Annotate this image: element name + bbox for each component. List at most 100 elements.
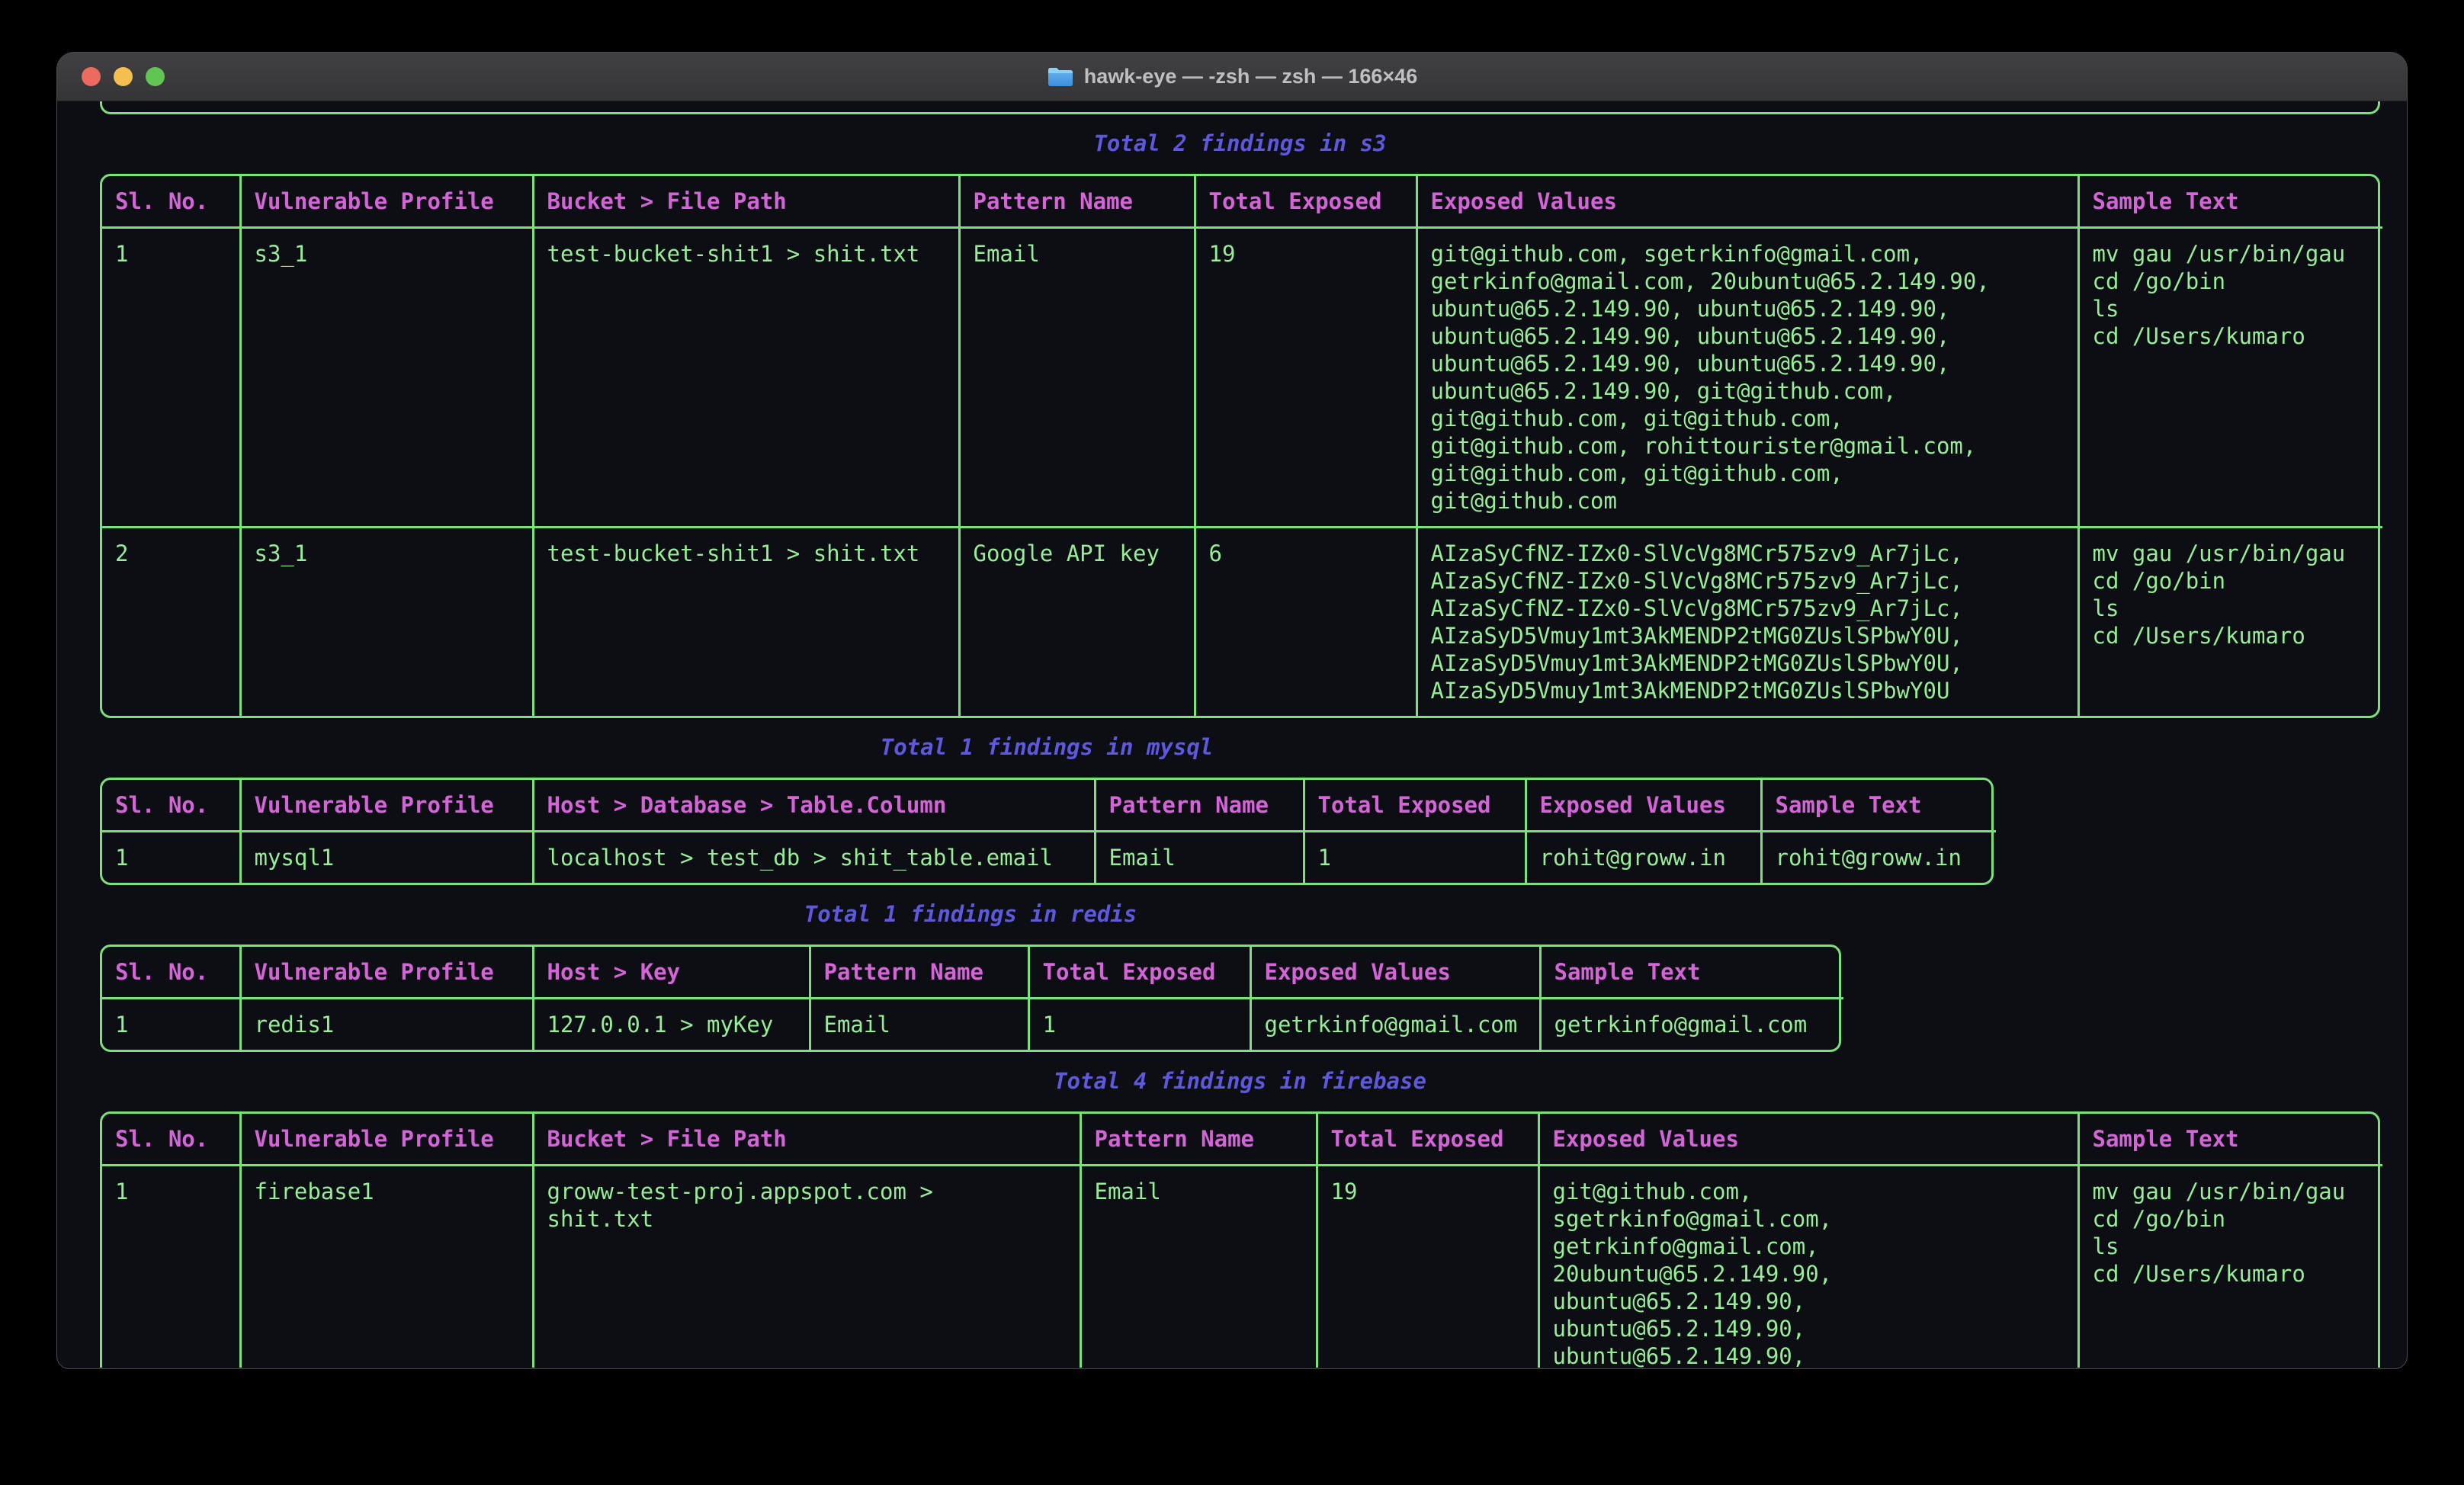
table-cell: 1 [102, 999, 240, 1050]
table-cell: Email [810, 999, 1028, 1050]
cell-line: 2 [115, 540, 226, 567]
column-header: Vulnerable Profile [240, 780, 533, 832]
cell-line: mv gau /usr/bin/gau [2093, 240, 2370, 268]
table-cell: mv gau /usr/bin/gaucd /go/binlscd /Users… [2078, 528, 2382, 717]
minimize-button[interactable] [114, 67, 133, 86]
findings-table: Sl. No.Vulnerable ProfileHost > Database… [102, 780, 1996, 883]
table-cell: 2 [102, 528, 240, 717]
cell-line: ubuntu@65.2.149.90, [1553, 1342, 2065, 1368]
column-header: Total Exposed [1028, 947, 1250, 999]
table-cell: mv gau /usr/bin/gaucd /go/binlscd /Users… [2078, 228, 2382, 528]
cell-line: getrkinfo@gmail.com, [1553, 1233, 2065, 1260]
column-header: Sl. No. [102, 1114, 240, 1166]
table-cell: groww-test-proj.appspot.com >shit.txt [533, 1166, 1080, 1368]
table-cell: test-bucket-shit1 > shit.txt [533, 228, 959, 528]
traffic-lights [82, 53, 165, 101]
cell-line: sgetrkinfo@gmail.com, [1553, 1205, 2065, 1233]
cell-line: shit.txt [547, 1205, 1067, 1233]
column-header: Sl. No. [102, 176, 240, 228]
column-header: Exposed Values [1538, 1114, 2078, 1166]
cell-line: ubuntu@65.2.149.90, ubuntu@65.2.149.90, [1431, 295, 2065, 322]
column-header: Exposed Values [1526, 780, 1761, 832]
cell-line: mv gau /usr/bin/gau [2093, 1178, 2370, 1205]
table-cell: s3_1 [240, 228, 533, 528]
table-cell: mv gau /usr/bin/gaucd /go/binlscd /Users… [2078, 1166, 2382, 1368]
header-row: Sl. No.Vulnerable ProfileHost > Database… [102, 780, 1996, 832]
cell-line: ubuntu@65.2.149.90, [1553, 1288, 2065, 1315]
table-cell: 1 [102, 832, 240, 884]
cell-line: AIzaSyCfNZ-IZx0-SlVcVg8MCr575zv9_Ar7jLc, [1431, 595, 2065, 622]
table-row: 1s3_1test-bucket-shit1 > shit.txtEmail19… [102, 228, 2382, 528]
cell-line: ubuntu@65.2.149.90, [1553, 1315, 2065, 1342]
zoom-button[interactable] [146, 67, 165, 86]
cell-line: cd /Users/kumaro [2093, 1260, 2370, 1288]
cell-line: ls [2093, 595, 2370, 622]
cell-line: mv gau /usr/bin/gau [2093, 540, 2370, 567]
cell-line: mysql1 [255, 844, 519, 871]
findings-section-redis: Total 1 findings in redis Sl. No.Vulnerab… [100, 900, 1841, 1052]
cell-line: ls [2093, 295, 2370, 322]
column-header: Bucket > File Path [533, 1114, 1080, 1166]
section-title: Total 1 findings in mysql [100, 733, 1994, 761]
window-title: hawk-eye — -zsh — zsh — 166×46 [1084, 65, 1417, 88]
table-cell: 6 [1195, 528, 1416, 717]
findings-table: Sl. No.Vulnerable ProfileBucket > File P… [102, 1114, 2382, 1368]
column-header: Pattern Name [959, 176, 1195, 228]
cell-line: 1 [1043, 1011, 1237, 1038]
cell-line: AIzaSyD5Vmuy1mt3AkMENDP2tMG0ZUslSPbwY0U, [1431, 649, 2065, 677]
findings-table: Sl. No.Vulnerable ProfileBucket > File P… [102, 176, 2382, 716]
cell-line: 1 [115, 240, 226, 268]
cell-line: ubuntu@65.2.149.90, ubuntu@65.2.149.90, [1431, 350, 2065, 377]
column-header: Vulnerable Profile [240, 176, 533, 228]
terminal-window: hawk-eye — -zsh — zsh — 166×46 Total 2 f… [57, 53, 2407, 1368]
table-cell: rohit@groww.in [1526, 832, 1761, 884]
column-header: Sample Text [2078, 1114, 2382, 1166]
cell-line: 1 [115, 1178, 226, 1205]
cell-line: groww-test-proj.appspot.com > [547, 1178, 1067, 1205]
table-cell: firebase1 [240, 1166, 533, 1368]
cell-line: getrkinfo@gmail.com, 20ubuntu@65.2.149.9… [1431, 268, 2065, 295]
cell-line: AIzaSyCfNZ-IZx0-SlVcVg8MCr575zv9_Ar7jLc, [1431, 567, 2065, 595]
cell-line: getrkinfo@gmail.com [1265, 1011, 1526, 1038]
section-title: Total 1 findings in redis [100, 900, 1841, 928]
column-header: Vulnerable Profile [240, 947, 533, 999]
cell-line: s3_1 [255, 240, 519, 268]
close-button[interactable] [82, 67, 101, 86]
column-header: Pattern Name [810, 947, 1028, 999]
findings-table-s3: Sl. No.Vulnerable ProfileBucket > File P… [100, 174, 2380, 718]
section-title: Total 2 findings in s3 [100, 130, 2380, 157]
cell-line: localhost > test_db > shit_table.email [547, 844, 1081, 871]
titlebar[interactable]: hawk-eye — -zsh — zsh — 166×46 [57, 53, 2407, 101]
terminal-content[interactable]: Total 2 findings in s3Sl. No.Vulnerable … [57, 101, 2407, 1368]
column-header: Exposed Values [1416, 176, 2078, 228]
findings-table-firebase: Sl. No.Vulnerable ProfileBucket > File P… [100, 1111, 2380, 1368]
table-cell: Email [1095, 832, 1304, 884]
cell-line: Email [1109, 844, 1290, 871]
cell-line: git@github.com, git@github.com, [1431, 405, 2065, 432]
table-cell: test-bucket-shit1 > shit.txt [533, 528, 959, 717]
column-header: Host > Database > Table.Column [533, 780, 1095, 832]
table-cell: getrkinfo@gmail.com [1250, 999, 1540, 1050]
header-row: Sl. No.Vulnerable ProfileBucket > File P… [102, 1114, 2382, 1166]
table-cell: redis1 [240, 999, 533, 1050]
table-cell: mysql1 [240, 832, 533, 884]
table-row: 2s3_1test-bucket-shit1 > shit.txtGoogle … [102, 528, 2382, 717]
table-cell: 1 [1028, 999, 1250, 1050]
header-row: Sl. No.Vulnerable ProfileHost > KeyPatte… [102, 947, 1843, 999]
findings-section-firebase: Total 4 findings in firebase Sl. No.Vulne… [100, 1067, 2380, 1368]
cell-line: cd /go/bin [2093, 1205, 2370, 1233]
column-header: Host > Key [533, 947, 810, 999]
column-header: Sample Text [1540, 947, 1843, 999]
column-header: Sample Text [1761, 780, 1996, 832]
cell-line: test-bucket-shit1 > shit.txt [547, 240, 945, 268]
cell-line: ls [2093, 1233, 2370, 1260]
table-cell: 1 [102, 1166, 240, 1368]
cell-line: getrkinfo@gmail.com [1554, 1011, 1831, 1038]
table-cell: git@github.com, sgetrkinfo@gmail.com,get… [1416, 228, 2078, 528]
cell-line: rohit@groww.in [1540, 844, 1747, 871]
cell-line: 1 [115, 844, 226, 871]
column-header: Total Exposed [1195, 176, 1416, 228]
column-header: Vulnerable Profile [240, 1114, 533, 1166]
table-cell: Email [959, 228, 1195, 528]
section-title: Total 4 findings in firebase [100, 1067, 2380, 1095]
